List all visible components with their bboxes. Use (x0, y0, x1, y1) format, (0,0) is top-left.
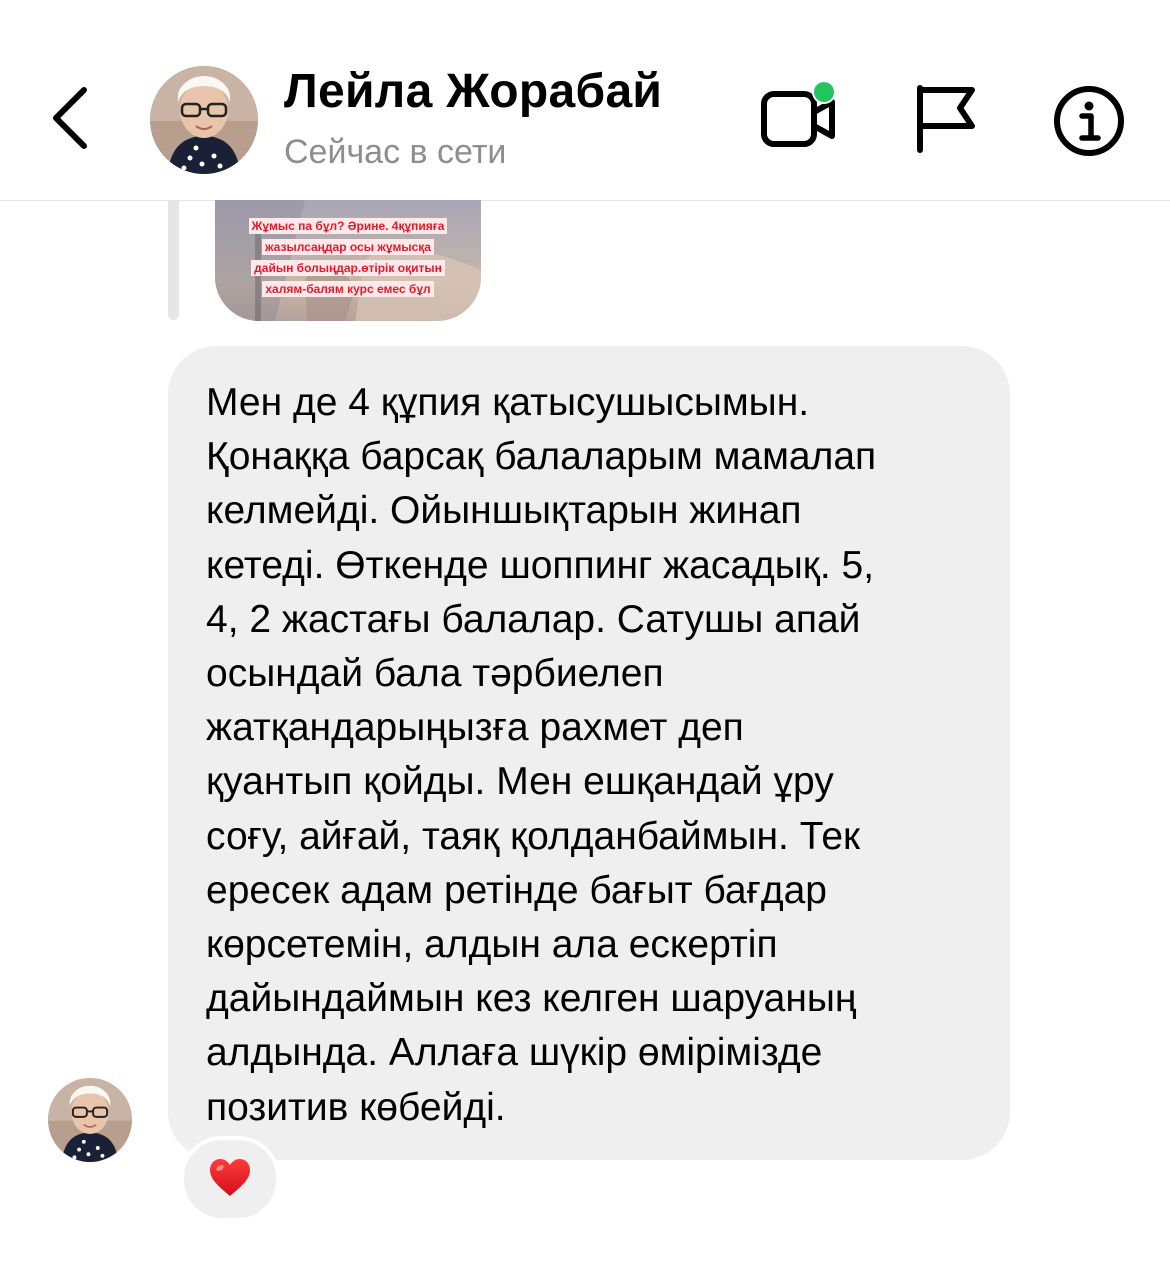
info-icon (1054, 86, 1124, 156)
chat-header: Лейла Жорабай Сейчас в сети (0, 0, 1170, 201)
reply-indicator-line (168, 200, 179, 320)
story-caption: Жұмыс па бұл? Әрине. 4құпияға жазылсаңда… (229, 216, 467, 300)
message-line: соғу, айғай, таяқ қолданбаймын. Тек (206, 814, 861, 858)
message-bubble[interactable]: Мен де 4 құпия қатысушысымын. Қонаққа ба… (168, 346, 1010, 1160)
message-reaction[interactable] (180, 1136, 280, 1222)
message-line: жатқандарыңызға рахмет деп (206, 706, 744, 750)
message-line: позитив көбейді. (206, 1085, 506, 1129)
message-line: алдында. Аллаға шүкір өмірімізде (206, 1031, 823, 1075)
story-caption-line: халям-балям курс емес бұл (262, 281, 434, 297)
message-text: Мен де 4 құпия қатысушысымын. Қонаққа ба… (206, 376, 996, 1135)
contact-name[interactable]: Лейла Жорабай (284, 64, 662, 119)
back-button[interactable] (40, 80, 100, 160)
message-line: Қонаққа барсақ балаларым мамалап (206, 435, 877, 479)
message-line: дайындаймын кез келген шаруаның (206, 977, 857, 1021)
video-call-icon (761, 80, 836, 147)
video-call-button[interactable] (760, 80, 844, 152)
story-caption-line: Жұмыс па бұл? Әрине. 4құпияға (248, 218, 448, 234)
back-chevron-icon (53, 87, 87, 149)
report-button[interactable] (912, 82, 978, 154)
story-caption-line: жазылсаңдар осы жұмысқа (262, 239, 434, 255)
replied-story-thumbnail[interactable]: Жұмыс па бұл? Әрине. 4құпияға жазылсаңда… (215, 200, 481, 321)
online-status: Сейчас в сети (284, 133, 507, 171)
message-line: ересек адам ретінде бағыт бағдар (206, 868, 827, 912)
message-line: Мен де 4 құпия қатысушысымын. (206, 381, 810, 424)
heart-emoji-icon (210, 1159, 250, 1196)
message-line: келмейді. Ойыншықтарын жинап (206, 489, 802, 533)
flag-icon (917, 85, 975, 153)
sender-avatar[interactable] (48, 1078, 132, 1162)
message-line: кетеді. Өткенде шоппинг жасадық. 5, (206, 543, 875, 587)
message-line: көрсетемін, алдын ала ескертіп (206, 923, 778, 967)
contact-avatar[interactable] (150, 66, 258, 174)
story-caption-line: дайын болыңдар.өтірік оқитын (251, 260, 445, 276)
message-line: осындай бала тәрбиелеп (206, 652, 664, 696)
online-indicator (814, 82, 834, 102)
message-line: қуантып қойды. Мен ешқандай ұру (206, 760, 834, 804)
message-line: 4, 2 жастағы балалар. Сатушы апай (206, 597, 861, 641)
info-button[interactable] (1052, 84, 1126, 158)
